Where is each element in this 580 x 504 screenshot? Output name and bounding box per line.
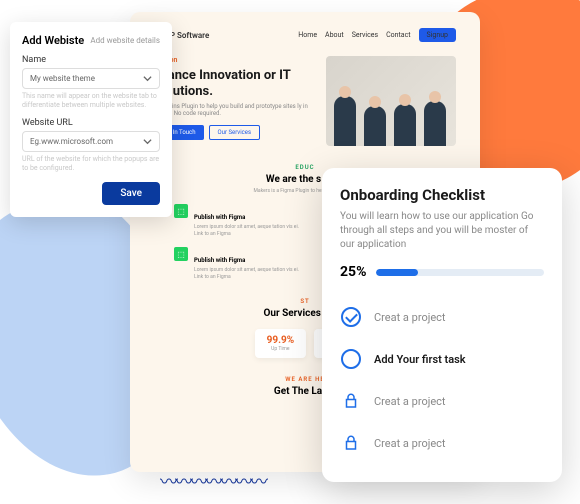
nav-home[interactable]: Home: [298, 31, 317, 39]
url-select[interactable]: Eg.www.microsoft.com: [22, 131, 160, 152]
nav-contact[interactable]: Contact: [386, 31, 410, 39]
nav-about[interactable]: About: [325, 31, 344, 39]
stat-card: 99.9%Up Time: [255, 329, 307, 358]
figma-icon: ⬚: [174, 247, 188, 261]
nav-links: Home About Services Contact Signup: [298, 28, 456, 42]
checklist-title: Onboarding Checklist: [340, 186, 544, 204]
url-hint: URL of the website for which the popups …: [22, 155, 160, 173]
chevron-down-icon: [143, 137, 152, 146]
check-icon: [340, 306, 362, 328]
checklist-subtitle: You will learn how to use our applicatio…: [340, 210, 544, 252]
nav-services[interactable]: Services: [352, 31, 378, 39]
hero-image: [326, 56, 456, 146]
signup-button[interactable]: Signup: [419, 28, 456, 42]
hero-tag: ucation: [154, 56, 312, 64]
site-nav: SP Software Home About Services Contact …: [154, 28, 456, 42]
panel-subtitle: Add website details: [90, 36, 160, 45]
progress-bar: [376, 269, 544, 276]
name-select[interactable]: My website theme: [22, 68, 160, 89]
save-button[interactable]: Save: [102, 182, 160, 205]
circle-icon: [340, 348, 362, 370]
name-label: Name: [22, 55, 160, 65]
hero-section: ucation dvance Innovation or IT Solution…: [154, 56, 456, 146]
our-services-button[interactable]: Our Services: [209, 125, 261, 140]
checklist-item-locked[interactable]: Creat a project: [340, 422, 544, 464]
add-website-panel: Add Webiste Add website details Name My …: [10, 22, 172, 217]
name-hint: This name will appear on the website tab…: [22, 92, 160, 110]
lock-icon: [340, 432, 362, 454]
chevron-down-icon: [143, 74, 152, 83]
onboarding-checklist-panel: Onboarding Checklist You will learn how …: [322, 168, 562, 482]
checklist-item-add-task[interactable]: Add Your first task: [340, 338, 544, 380]
figma-icon: ⬚: [174, 204, 188, 218]
progress-percent: 25%: [340, 264, 366, 280]
panel-title: Add Webiste: [22, 34, 84, 47]
url-label: Website URL: [22, 118, 160, 128]
checklist-item-create-project[interactable]: Creat a project: [340, 296, 544, 338]
hero-title: dvance Innovation or IT Solutions.: [154, 68, 312, 99]
progress-row: 25%: [340, 264, 544, 280]
lock-icon: [340, 390, 362, 412]
hero-subtitle: is Plugins Plugin to help you build and …: [154, 103, 312, 117]
checklist-item-locked[interactable]: Creat a project: [340, 380, 544, 422]
